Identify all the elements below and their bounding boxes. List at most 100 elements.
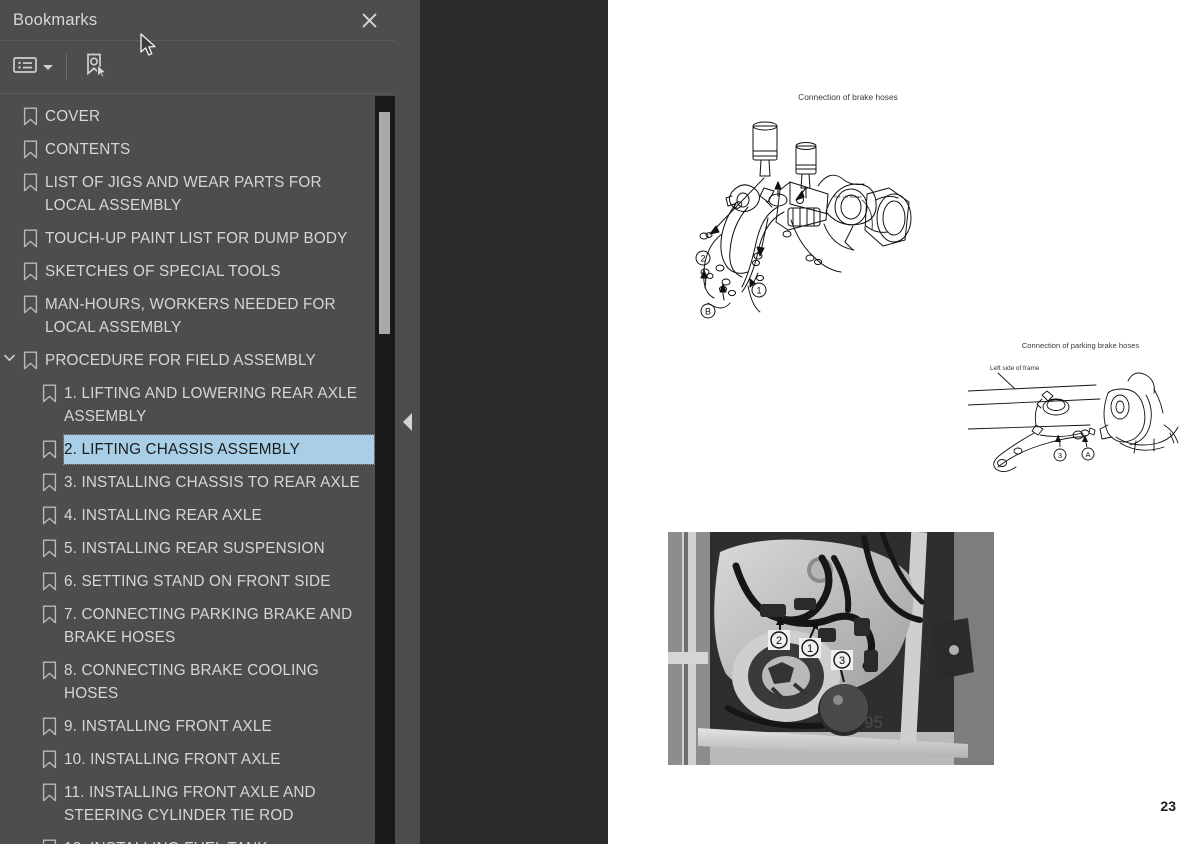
bookmark-label: CONTENTS [45, 141, 131, 158]
panel-splitter[interactable] [395, 0, 420, 844]
bookmark-icon [37, 603, 61, 624]
list-options-icon [13, 56, 37, 79]
twisty-spacer [19, 471, 37, 476]
figure-2-caption: Connection of parking brake hoses [1021, 341, 1140, 350]
bookmark-item[interactable]: TOUCH-UP PAINT LIST FOR DUMP BODY [0, 222, 395, 255]
bookmark-item[interactable]: SKETCHES OF SPECIAL TOOLS [0, 255, 395, 288]
chevron-down-icon[interactable] [0, 349, 18, 362]
bookmark-item[interactable]: 9. INSTALLING FRONT AXLE [0, 710, 395, 743]
bookmark-item[interactable]: 7. CONNECTING PARKING BRAKE AND BRAKE HO… [0, 598, 395, 654]
twisty-spacer [19, 438, 37, 443]
bookmark-item[interactable]: LIST OF JIGS AND WEAR PARTS FOR LOCAL AS… [0, 166, 395, 222]
pdf-page: Connection of brake hoses Ref. Lift Thre… [608, 0, 1200, 844]
twisty-spacer [0, 171, 18, 176]
bookmark-icon [18, 293, 42, 314]
svg-text:B: B [705, 307, 711, 317]
bookmark-icon [18, 260, 42, 281]
bookmark-item[interactable]: 4. INSTALLING REAR AXLE [0, 499, 395, 532]
bookmark-pointer-icon [82, 52, 108, 83]
bookmark-item[interactable]: 1. LIFTING AND LOWERING REAR AXLE ASSEMB… [0, 377, 395, 433]
bookmark-icon [37, 382, 61, 403]
bookmark-label: TOUCH-UP PAINT LIST FOR DUMP BODY [45, 230, 348, 247]
document-viewer: Connection of brake hoses Ref. Lift Thre… [420, 0, 1200, 844]
bookmark-icon [37, 659, 61, 680]
bookmark-label: 2. LIFTING CHASSIS ASSEMBLY [64, 441, 300, 458]
svg-text:A: A [1085, 450, 1090, 459]
close-icon[interactable] [358, 9, 380, 31]
svg-text:1: 1 [756, 286, 761, 296]
bookmarks-tree[interactable]: COVER CONTENTS LIST OF JIGS AND WEAR PARTS… [0, 94, 395, 844]
bookmarks-scrollbar[interactable] [375, 96, 395, 844]
figure-2-annotation: Left side of frame [990, 365, 1040, 372]
chevron-down-icon [43, 64, 53, 70]
bookmark-label: 5. INSTALLING REAR SUSPENSION [64, 540, 325, 557]
bookmark-item[interactable]: 5. INSTALLING REAR SUSPENSION [0, 532, 395, 565]
twisty-spacer [0, 293, 18, 298]
twisty-spacer [19, 603, 37, 608]
bookmark-label: 12. INSTALLING FUEL TANK [61, 837, 268, 844]
twisty-spacer [19, 659, 37, 664]
bookmark-item[interactable]: CONTENTS [0, 133, 395, 166]
twisty-spacer [19, 781, 37, 786]
twisty-spacer [0, 138, 18, 143]
bookmark-item[interactable]: 6. SETTING STAND ON FRONT SIDE [0, 565, 395, 598]
svg-text:3: 3 [839, 655, 845, 667]
bookmark-icon [37, 837, 61, 844]
bookmark-label: SKETCHES OF SPECIAL TOOLS [45, 263, 281, 280]
twisty-spacer [19, 837, 37, 842]
twisty-spacer [19, 570, 37, 575]
twisty-spacer [19, 504, 37, 509]
bookmark-item[interactable]: 8. CONNECTING BRAKE COOLING HOSES [0, 654, 395, 710]
bookmark-icon [18, 105, 42, 126]
page-number: 23 [1160, 798, 1176, 814]
bookmark-item[interactable]: COVER [0, 100, 395, 133]
twisty-spacer [0, 105, 18, 110]
bookmark-icon [37, 570, 61, 591]
bookmark-icon [37, 715, 61, 736]
bookmark-label: 7. CONNECTING PARKING BRAKE AND BRAKE HO… [64, 606, 353, 646]
bookmark-label: PROCEDURE FOR FIELD ASSEMBLY [45, 352, 316, 369]
bookmark-label: 1. LIFTING AND LOWERING REAR AXLE ASSEMB… [64, 385, 358, 425]
twisty-spacer [19, 382, 37, 387]
bookmark-icon [37, 537, 61, 558]
twisty-spacer [19, 748, 37, 753]
bookmark-label: 4. INSTALLING REAR AXLE [64, 507, 262, 524]
pdf-reader-window: Bookmarks COVER CONTENTS LIST OF JIGS AN… [0, 0, 1200, 844]
bookmark-item[interactable]: 10. INSTALLING FRONT AXLE [0, 743, 395, 776]
bookmark-item[interactable]: 2. LIFTING CHASSIS ASSEMBLY [0, 433, 395, 466]
bookmark-label: 10. INSTALLING FRONT AXLE [64, 751, 281, 768]
bookmark-icon [18, 138, 42, 159]
bookmarks-panel-header: Bookmarks [0, 0, 395, 41]
bookmarks-panel: Bookmarks COVER CONTENTS LIST OF JIGS AN… [0, 0, 395, 844]
svg-text:2: 2 [700, 254, 705, 264]
bookmarks-toolbar [0, 41, 395, 94]
bookmark-item[interactable]: PROCEDURE FOR FIELD ASSEMBLY [0, 344, 395, 377]
figure-parking-brake-hoses: Connection of parking brake hoses Left s… [968, 341, 1193, 475]
bookmark-icon [18, 349, 42, 370]
bookmark-label: 6. SETTING STAND ON FRONT SIDE [64, 573, 331, 590]
figure-photo-assembly: 95 2 1 3 [668, 532, 994, 765]
bookmark-icon [37, 438, 61, 459]
bookmark-icon [37, 471, 61, 492]
twisty-spacer [0, 227, 18, 232]
bookmark-item[interactable]: 12. INSTALLING FUEL TANK [0, 832, 395, 844]
bookmark-item[interactable]: MAN-HOURS, WORKERS NEEDED FOR LOCAL ASSE… [0, 288, 395, 344]
bookmark-item[interactable]: 3. INSTALLING CHASSIS TO REAR AXLE [0, 466, 395, 499]
twisty-spacer [19, 537, 37, 542]
panel-title: Bookmarks [13, 10, 98, 29]
highlight-current-bookmark-button[interactable] [77, 50, 113, 84]
bookmark-label: MAN-HOURS, WORKERS NEEDED FOR LOCAL ASSE… [45, 296, 336, 336]
bookmark-icon [18, 227, 42, 248]
bookmark-icon [37, 748, 61, 769]
bookmark-label: 9. INSTALLING FRONT AXLE [64, 718, 272, 735]
bookmark-icon [37, 504, 61, 525]
toolbar-divider [66, 54, 67, 80]
svg-text:1: 1 [807, 643, 813, 655]
bookmark-options-button[interactable] [8, 50, 58, 84]
bookmark-icon [18, 171, 42, 192]
bookmark-label: 11. INSTALLING FRONT AXLE AND STEERING C… [64, 784, 316, 824]
bookmarks-scrollbar-thumb[interactable] [379, 112, 390, 334]
bookmark-item[interactable]: 11. INSTALLING FRONT AXLE AND STEERING C… [0, 776, 395, 832]
triangle-left-icon[interactable] [403, 413, 412, 431]
bookmark-label: 8. CONNECTING BRAKE COOLING HOSES [64, 662, 319, 702]
